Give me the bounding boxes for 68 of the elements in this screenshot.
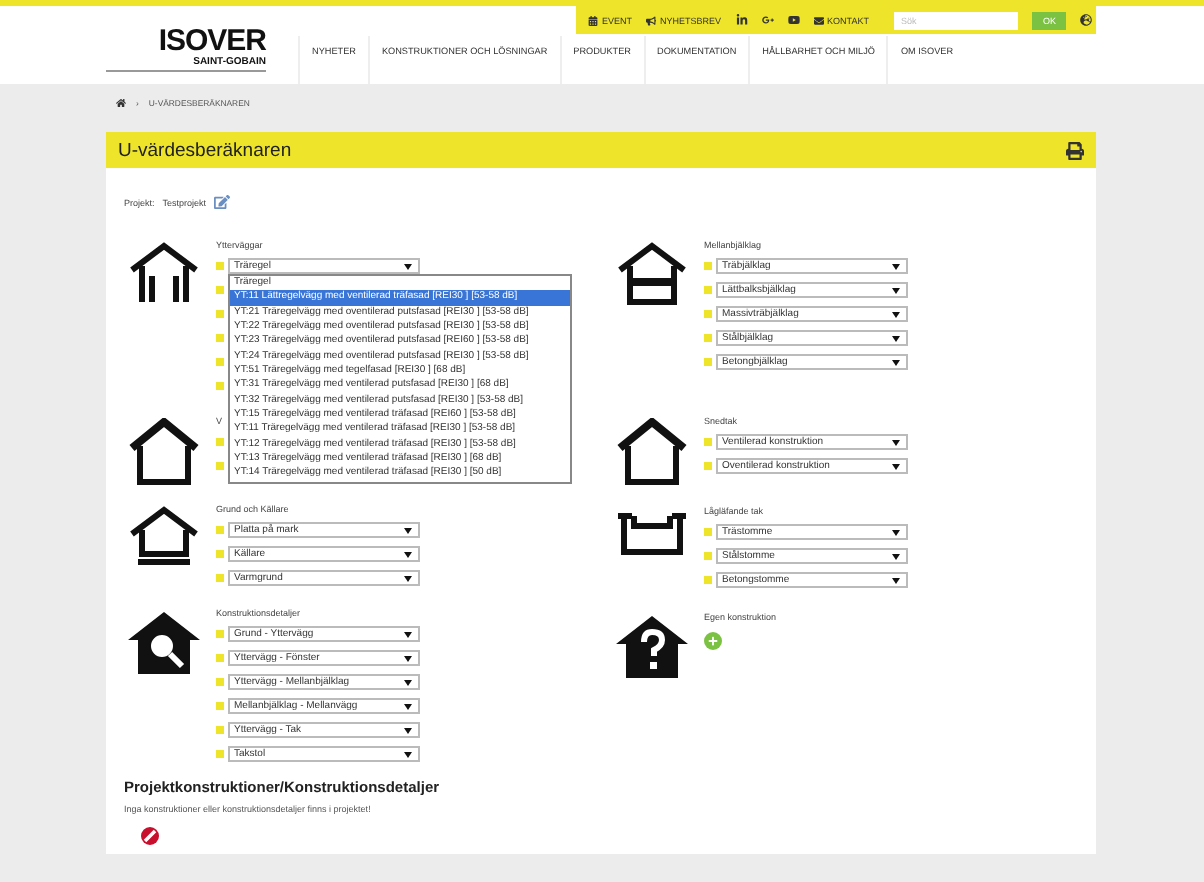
page-title: U-värdesberäknaren: [118, 139, 292, 161]
bullet-icon: [216, 438, 224, 446]
caret-icon: [404, 727, 412, 733]
house-outline-icon: [128, 242, 200, 306]
youtube-icon[interactable]: [787, 14, 800, 26]
bullet-icon: [704, 528, 712, 536]
caret-icon: [404, 655, 412, 661]
bullet-icon: [216, 550, 224, 558]
caret-icon: [404, 575, 412, 581]
caret-icon: [404, 263, 412, 269]
bullet-icon: [216, 654, 224, 662]
home-icon[interactable]: [116, 97, 126, 107]
bullet-icon: [704, 286, 712, 294]
print-icon[interactable]: [1066, 141, 1084, 159]
caret-icon: [404, 703, 412, 709]
bullet-icon: [704, 552, 712, 560]
bullet-icon: [216, 526, 224, 534]
bullet-icon: [704, 310, 712, 318]
caret-icon: [892, 359, 900, 365]
bullet-icon: [216, 334, 224, 342]
bullet-icon: [216, 382, 224, 390]
caret-icon: [892, 463, 900, 469]
bullet-icon: [704, 262, 712, 270]
caret-icon: [404, 751, 412, 757]
house-question-icon: [614, 614, 690, 678]
house-outline-icon: [616, 418, 688, 486]
caret-icon: [404, 679, 412, 685]
house-outline-icon: [128, 506, 200, 570]
caret-icon: [404, 631, 412, 637]
globe-icon[interactable]: [1079, 14, 1092, 26]
envelope-icon: [813, 15, 824, 25]
bullet-icon: [704, 576, 712, 584]
caret-icon: [892, 577, 900, 583]
bullet-icon: [216, 574, 224, 582]
bullet-icon: [704, 462, 712, 470]
house-outline-icon: [128, 418, 200, 486]
flat-roof-icon: [616, 508, 688, 556]
bullet-icon: [216, 630, 224, 638]
google-plus-icon[interactable]: [761, 14, 774, 26]
logo-text[interactable]: ISOVER: [158, 26, 266, 56]
bullet-icon: [704, 334, 712, 342]
caret-icon: [404, 551, 412, 557]
megaphone-icon: [646, 15, 657, 25]
caret-icon: [892, 335, 900, 341]
bullet-icon: [704, 438, 712, 446]
bullet-icon: [216, 750, 224, 758]
bullet-icon: [216, 310, 224, 318]
bullet-icon: [216, 286, 224, 294]
caret-icon: [892, 529, 900, 535]
caret-icon: [892, 263, 900, 269]
caret-icon: [404, 527, 412, 533]
no-entry-icon: [140, 826, 160, 846]
caret-icon: [892, 553, 900, 559]
bullet-icon: [704, 358, 712, 366]
house-outline-icon: [616, 242, 688, 306]
caret-icon: [892, 287, 900, 293]
bullet-icon: [216, 702, 224, 710]
bullet-icon: [216, 262, 224, 270]
bullet-icon: [216, 726, 224, 734]
house-magnifier-icon: [126, 610, 202, 674]
bullet-icon: [216, 678, 224, 686]
bullet-icon: [216, 358, 224, 366]
caret-icon: [892, 311, 900, 317]
calendar-icon: [588, 15, 598, 25]
edit-icon[interactable]: [214, 194, 231, 210]
caret-icon: [892, 439, 900, 445]
bullet-icon: [216, 462, 224, 470]
linkedin-icon[interactable]: [735, 14, 748, 26]
